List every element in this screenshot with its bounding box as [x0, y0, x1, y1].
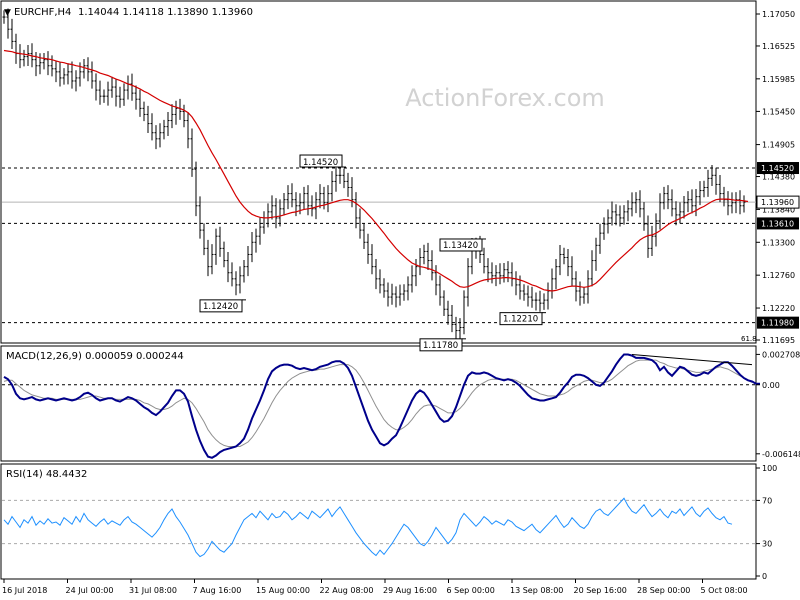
eurchf-h4-chart: ActionForex.com ▼ EURCHF,H4 1.14044 1.14…: [0, 0, 800, 595]
x-tick-label: 20 Sep 16:00: [574, 586, 627, 595]
swing-annotation-label: 1.12420: [203, 302, 238, 312]
price-y-tick-label: 1.15450: [762, 107, 795, 116]
x-tick-label: 24 Jul 00:00: [66, 586, 114, 595]
price-y-tick-label: 1.12760: [762, 271, 795, 280]
rsi-panel-frame: [0, 463, 757, 580]
macd-title: MACD(12,26,9) 0.000059 0.000244: [6, 351, 184, 362]
price-level-tag-label: 1.13610: [761, 219, 794, 228]
swing-annotation-label: 1.12210: [503, 315, 538, 325]
swing-annotation: 1.11780: [419, 338, 466, 352]
fib-partial-label: 61.8: [741, 335, 757, 343]
x-tick-label: 16 Jul 2018: [2, 586, 47, 595]
x-tick-label: 31 Jul 08:00: [129, 586, 177, 595]
price-level-tag-label: 1.14520: [761, 164, 794, 173]
x-tick-label: 7 Aug 16:00: [193, 586, 242, 595]
swing-annotation-label: 1.13420: [443, 241, 478, 251]
price-panel-frame: [0, 0, 757, 344]
x-tick-label: 5 Oct 08:00: [701, 586, 748, 595]
rsi-y-tick-label: 30: [762, 540, 772, 549]
price-y-tick-label: 1.15985: [762, 75, 795, 84]
swing-annotation-label: 1.14520: [303, 158, 338, 168]
x-tick-label: 15 Aug 00:00: [256, 586, 310, 595]
watermark: ActionForex.com: [405, 84, 605, 112]
x-tick-label: 22 Aug 08:00: [320, 586, 374, 595]
price-level-tag-label: 1.11980: [761, 319, 794, 328]
rsi-y-tick-label: 100: [762, 464, 777, 473]
x-tick-label: 29 Aug 16:00: [383, 586, 437, 595]
macd-y-tick-label: 0.002708: [762, 350, 800, 359]
macd-y-tick-label: -0.006148: [762, 450, 800, 459]
swing-annotation: 1.12210: [499, 312, 546, 326]
rsi-title: RSI(14) 48.4432: [6, 469, 87, 480]
price-y-tick-label: 1.13300: [762, 238, 795, 247]
price-y-tick-label: 1.17050: [762, 10, 795, 19]
x-tick-label: 6 Sep 00:00: [447, 586, 495, 595]
swing-annotation: 1.13420: [439, 238, 486, 252]
swing-annotation: 1.12420: [199, 299, 246, 313]
price-y-tick-label: 1.16525: [762, 42, 795, 51]
price-y-tick-label: 1.14905: [762, 141, 795, 150]
price-level-tag: 1.11980: [757, 316, 799, 329]
current-price-tag: 1.13960: [756, 195, 800, 209]
symbol-label: EURCHF,H4: [14, 7, 71, 18]
rsi-y-tick-label: 70: [762, 496, 772, 505]
swing-annotation: 1.14520: [299, 154, 346, 168]
price-level-tag: 1.14520: [757, 162, 799, 175]
price-y-tick-label: 1.12220: [762, 304, 795, 313]
x-tick-label: 28 Sep 00:00: [637, 586, 690, 595]
current-price-tag-label: 1.13960: [761, 198, 794, 207]
macd-y-tick-label: 0.00: [762, 381, 780, 390]
swing-annotation-label: 1.11780: [423, 341, 458, 351]
price-y-tick-label: 1.11695: [762, 336, 795, 345]
price-level-tag: 1.13610: [757, 217, 799, 230]
macd-panel-frame: [0, 345, 757, 462]
rsi-y-tick-label: 0: [762, 572, 767, 581]
x-tick-label: 13 Sep 08:00: [510, 586, 563, 595]
ohlc-label: 1.14044 1.14118 1.13890 1.13960: [78, 7, 253, 18]
